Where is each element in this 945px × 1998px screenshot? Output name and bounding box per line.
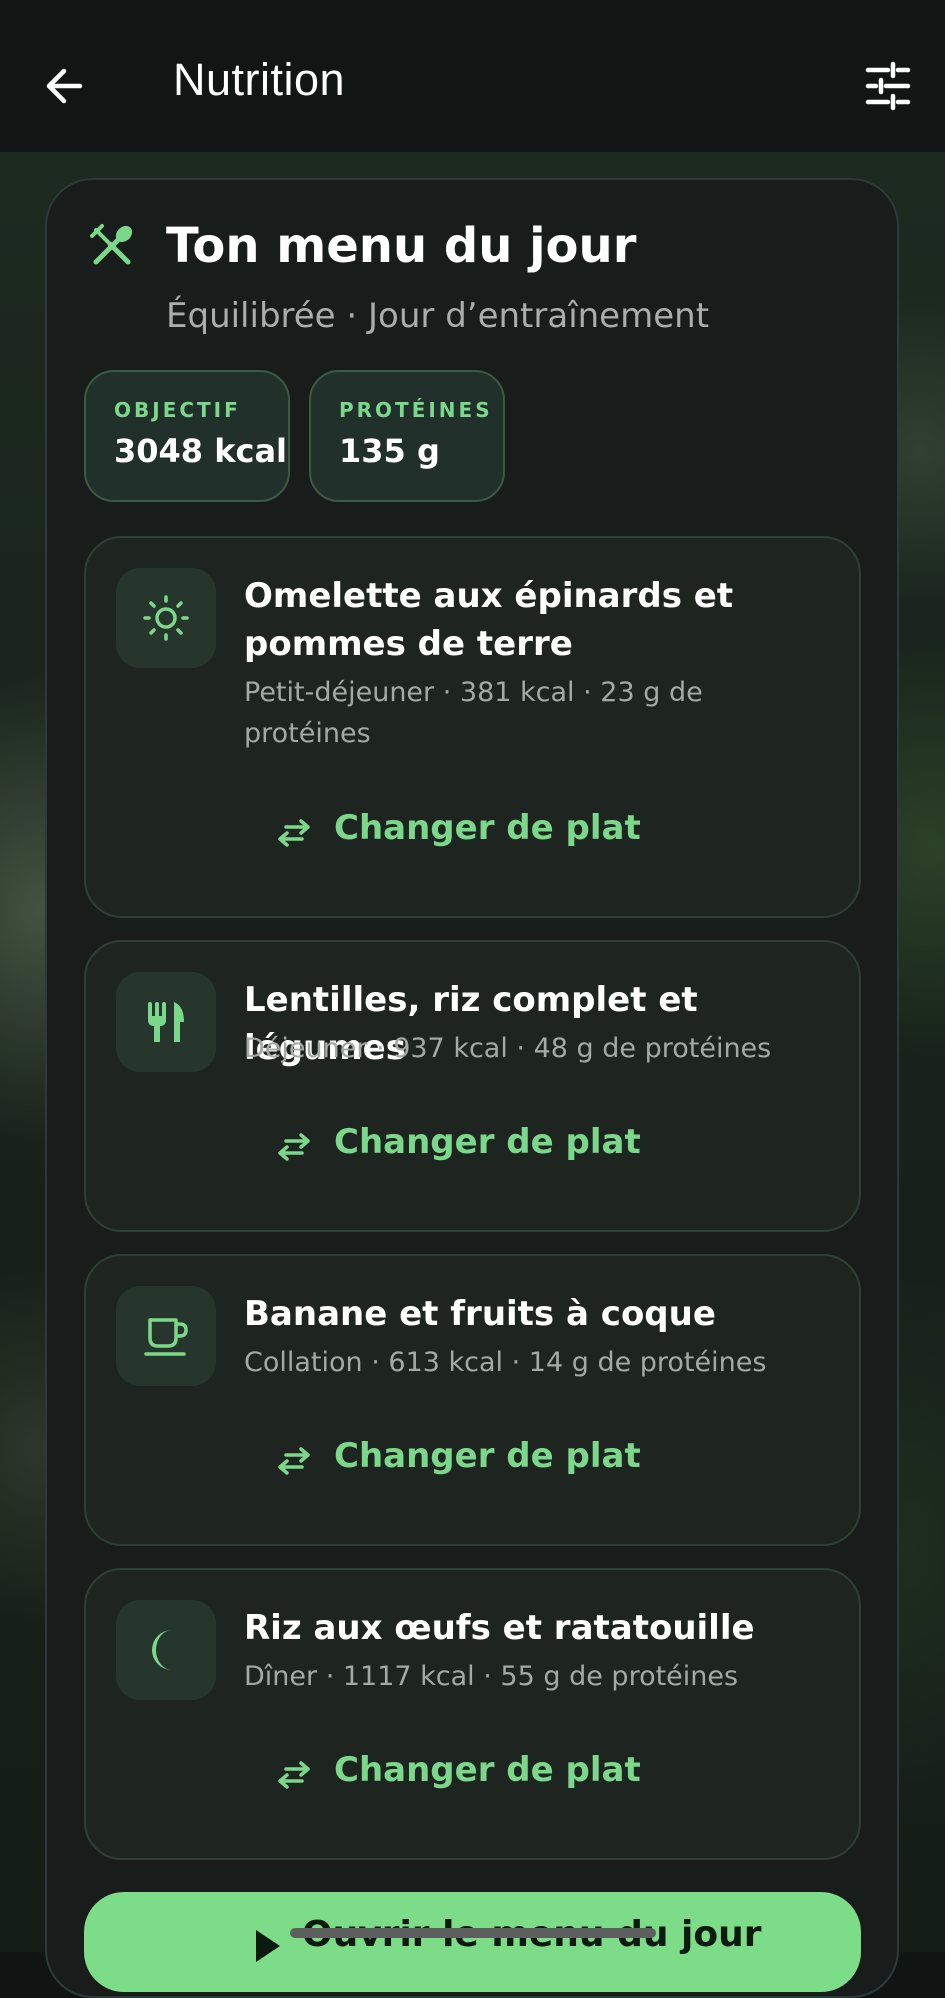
meal-icon-box (116, 1600, 216, 1700)
meal-card-dinner: Riz aux œufs et ratatouille Dîner · 1117… (84, 1568, 861, 1860)
meal-meta: Petit-déjeuner · 381 kcal · 23 g de prot… (244, 677, 703, 749)
meal-icon-box (116, 972, 216, 1072)
play-icon (256, 1930, 280, 1962)
back-button[interactable] (40, 60, 92, 112)
meal-icon-box (116, 568, 216, 668)
arrow-left-icon (46, 68, 83, 104)
meal-card-snack: Banane et fruits à coque Collation · 613… (84, 1254, 861, 1546)
swap-dish-label: Changer de plat (334, 1750, 641, 1790)
home-indicator (290, 1928, 656, 1938)
swap-arrows-icon (278, 1447, 310, 1475)
meal-card-breakfast: Omelette aux épinards et pommes de terre… (84, 536, 861, 918)
meal-title: Riz aux œufs et ratatouille (244, 1608, 755, 1648)
swap-dish-label: Changer de plat (334, 808, 641, 848)
swap-dish-label: Changer de plat (334, 1436, 641, 1476)
meal-title: Banane et fruits à coque (244, 1294, 716, 1334)
swap-arrows-icon (278, 1133, 310, 1161)
cup-icon (144, 1318, 188, 1356)
swap-dish-label: Changer de plat (334, 1122, 641, 1162)
meal-icon-box (116, 1286, 216, 1386)
utensils-crossed-icon (90, 224, 133, 265)
protein-value: 135 g (339, 432, 440, 470)
app-bar: Nutrition (0, 0, 945, 152)
meal-meta: Déjeuner · 937 kcal · 48 g de protéines (244, 1033, 772, 1064)
meal-card-lunch: Lentilles, riz complet et légumes Déjeun… (84, 940, 861, 1232)
meal-meta: Dîner · 1117 kcal · 55 g de protéines (244, 1661, 739, 1692)
open-daily-menu-button[interactable]: Ouvrir le menu du jour (84, 1892, 861, 1992)
goal-label: OBJECTIF (114, 398, 241, 422)
menu-subtitle: Équilibrée · Jour d’entraînement (166, 296, 710, 336)
sliders-icon (865, 61, 911, 111)
protein-chip: PROTÉINES 135 g (309, 370, 505, 502)
page-title: Nutrition (173, 54, 346, 105)
moon-icon (152, 1630, 172, 1670)
goal-value: 3048 kcal (114, 432, 288, 470)
sun-icon (143, 595, 189, 641)
menu-title: Ton menu du jour (166, 218, 637, 274)
filter-button[interactable] (862, 60, 914, 112)
goal-chip: OBJECTIF 3048 kcal (84, 370, 290, 502)
meal-meta: Collation · 613 kcal · 14 g de protéines (244, 1347, 767, 1378)
swap-arrows-icon (278, 1761, 310, 1789)
protein-label: PROTÉINES (339, 398, 493, 422)
swap-arrows-icon (278, 819, 310, 847)
fork-knife-icon (148, 1002, 184, 1042)
meal-title: Omelette aux épinards et pommes de terre (244, 576, 734, 664)
